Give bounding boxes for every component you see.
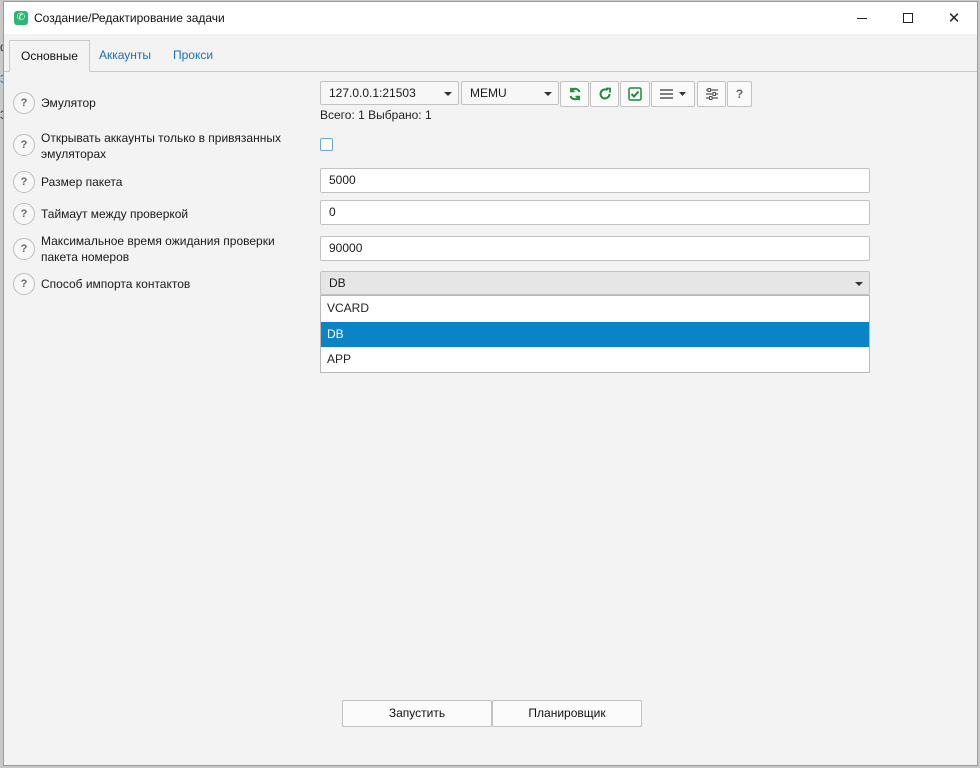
scheduler-button[interactable]: Планировщик bbox=[492, 700, 642, 727]
emulator-help-button[interactable]: ? bbox=[727, 81, 752, 107]
task-edit-window: ✆ Создание/Редактирование задачи ✕ Основ… bbox=[3, 1, 978, 766]
start-button[interactable]: Запустить bbox=[342, 700, 492, 727]
reload-button[interactable] bbox=[590, 81, 619, 107]
import-method-label: Способ импорта контактов bbox=[41, 277, 191, 291]
settings-sliders-button[interactable] bbox=[697, 81, 726, 107]
packet-size-label: Размер пакета bbox=[41, 175, 123, 189]
check-all-icon bbox=[628, 87, 642, 101]
tab-main[interactable]: Основные bbox=[9, 40, 90, 72]
help-button[interactable]: ? bbox=[13, 134, 35, 156]
max-wait-input[interactable]: 90000 bbox=[320, 236, 870, 261]
tab-bar: Основные Аккаунты Прокси bbox=[4, 38, 977, 72]
settings-sliders-icon bbox=[705, 88, 718, 100]
help-button[interactable]: ? bbox=[13, 203, 35, 225]
tab-proxy[interactable]: Прокси bbox=[162, 40, 224, 72]
import-method-dropdown: VCARD DB APP bbox=[320, 295, 870, 373]
minimize-button[interactable] bbox=[839, 2, 885, 34]
timeout-input[interactable]: 0 bbox=[320, 200, 870, 225]
emulator-type-select[interactable]: MEMU bbox=[461, 81, 559, 105]
max-wait-label: Максимальное время ожидания проверки пак… bbox=[41, 234, 275, 264]
maximize-icon bbox=[903, 13, 913, 23]
emulator-address-select[interactable]: 127.0.0.1:21503 bbox=[320, 81, 459, 105]
help-button[interactable]: ? bbox=[13, 238, 35, 260]
help-button[interactable]: ? bbox=[13, 92, 35, 114]
packet-size-input[interactable]: 5000 bbox=[320, 168, 870, 193]
window-title: Создание/Редактирование задачи bbox=[34, 11, 225, 25]
emulator-type-value: MEMU bbox=[470, 86, 507, 100]
phone-app-icon: ✆ bbox=[14, 11, 28, 25]
check-all-button[interactable] bbox=[620, 81, 650, 107]
list-menu-icon bbox=[660, 89, 686, 99]
maximize-button[interactable] bbox=[885, 2, 931, 34]
chevron-down-icon bbox=[544, 92, 552, 96]
import-method-select[interactable]: DB bbox=[320, 271, 870, 295]
bound-only-label: Открывать аккаунты только в привязанных … bbox=[41, 131, 281, 161]
chevron-down-icon bbox=[444, 92, 452, 96]
bound-only-checkbox[interactable] bbox=[320, 138, 333, 151]
refresh-all-icon bbox=[569, 87, 580, 101]
reload-icon bbox=[599, 87, 611, 100]
emulator-label: Эмулятор bbox=[41, 96, 96, 110]
help-icon: ? bbox=[735, 87, 744, 101]
emulator-address-value: 127.0.0.1:21503 bbox=[329, 86, 416, 100]
help-button[interactable]: ? bbox=[13, 273, 35, 295]
minimize-icon bbox=[857, 17, 867, 19]
dropdown-option-vcard[interactable]: VCARD bbox=[321, 296, 869, 321]
tab-accounts[interactable]: Аккаунты bbox=[88, 40, 162, 72]
timeout-label: Таймаут между проверкой bbox=[41, 207, 189, 221]
emulator-summary: Всего: 1 Выбрано: 1 bbox=[320, 108, 432, 122]
chevron-down-icon bbox=[855, 282, 863, 286]
list-menu-button[interactable] bbox=[651, 81, 695, 107]
close-icon: ✕ bbox=[947, 9, 961, 27]
dropdown-option-app[interactable]: APP bbox=[321, 347, 869, 372]
refresh-all-button[interactable] bbox=[560, 81, 589, 107]
dropdown-option-db[interactable]: DB bbox=[321, 322, 869, 347]
import-method-value: DB bbox=[329, 276, 346, 290]
close-button[interactable]: ✕ bbox=[931, 2, 977, 34]
title-bar: ✆ Создание/Редактирование задачи ✕ bbox=[4, 2, 977, 34]
help-button[interactable]: ? bbox=[13, 171, 35, 193]
